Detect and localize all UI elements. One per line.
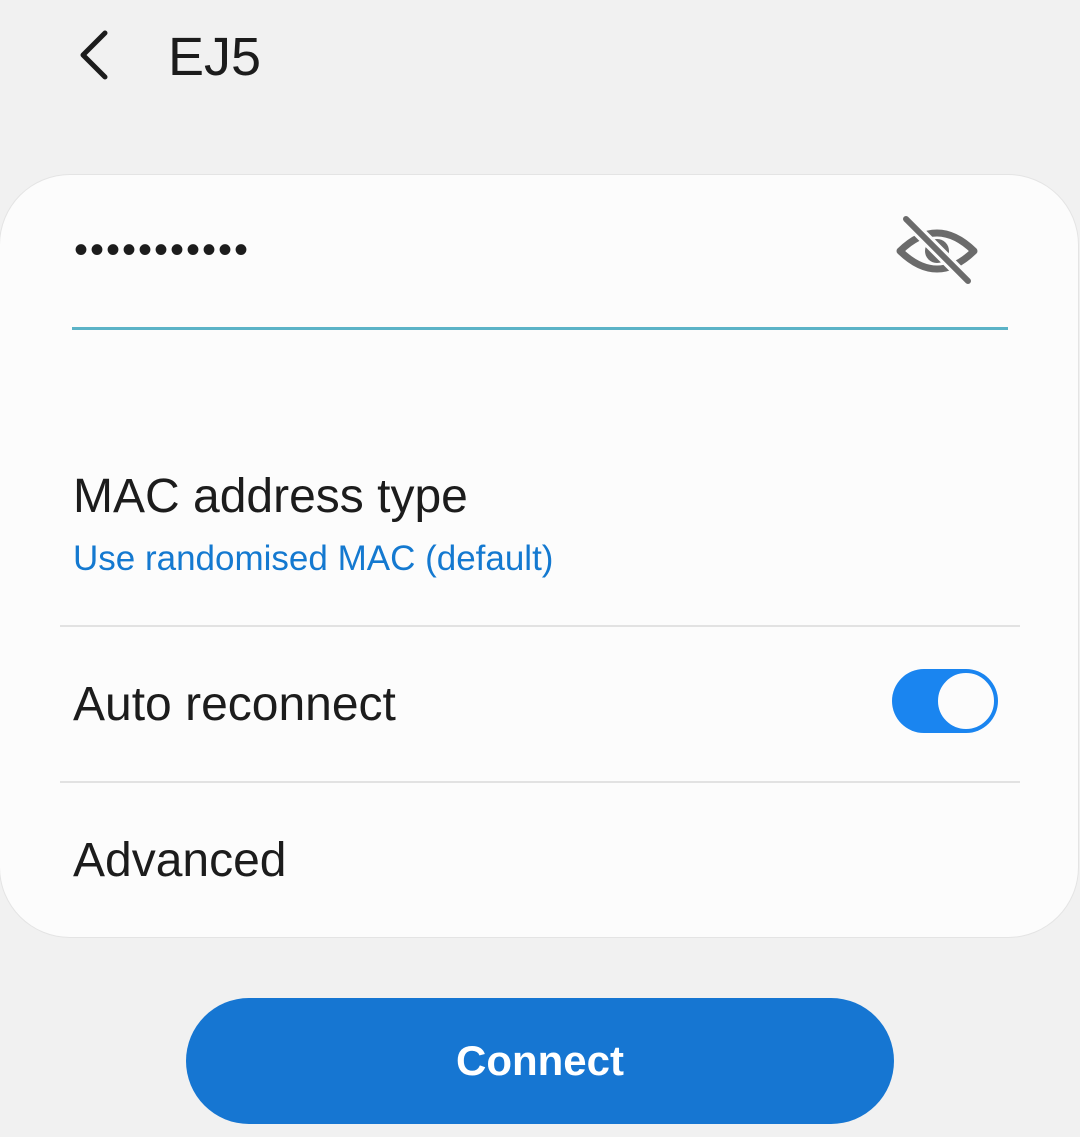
toggle-knob <box>936 671 996 731</box>
auto-reconnect-toggle[interactable] <box>892 669 998 733</box>
chevron-left-icon <box>80 30 108 80</box>
password-input[interactable]: ••••••••••• <box>74 225 250 275</box>
advanced-setting[interactable]: Advanced <box>60 783 1020 937</box>
auto-reconnect-setting[interactable]: Auto reconnect <box>60 627 1020 781</box>
settings-card: ••••••••••• MAC address type Use randomi… <box>0 175 1078 937</box>
connect-button[interactable]: Connect <box>186 998 894 1124</box>
mac-address-type-value: Use randomised MAC (default) <box>73 539 554 578</box>
page-title: EJ5 <box>168 27 262 87</box>
password-field[interactable]: ••••••••••• <box>72 205 1008 330</box>
advanced-label: Advanced <box>73 834 287 887</box>
auto-reconnect-label: Auto reconnect <box>73 678 396 731</box>
app-header: EJ5 <box>0 0 1080 120</box>
toggle-password-visibility-button[interactable] <box>892 211 982 291</box>
back-button[interactable] <box>60 20 130 90</box>
eye-off-icon <box>896 215 978 286</box>
mac-address-type-setting[interactable]: MAC address type Use randomised MAC (def… <box>60 445 1020 625</box>
password-underline <box>72 327 1008 330</box>
mac-address-type-label: MAC address type <box>73 470 468 523</box>
